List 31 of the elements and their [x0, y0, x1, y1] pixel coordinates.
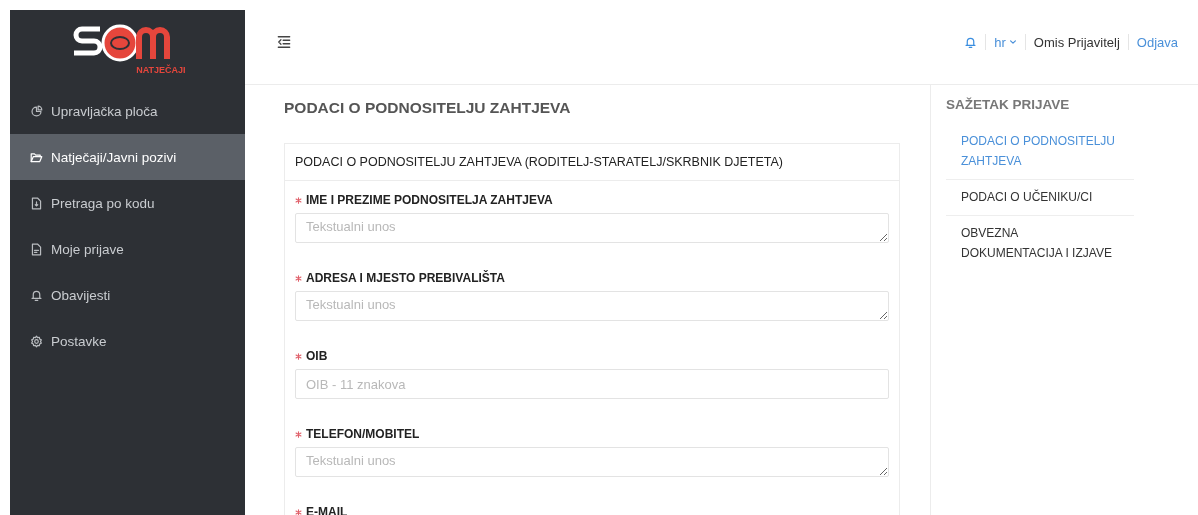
language-dropdown[interactable]: hr — [994, 34, 1017, 50]
gear-icon — [30, 334, 43, 348]
summary-title: SAŽETAK PRIJAVE — [946, 97, 1071, 112]
folder-icon — [30, 150, 43, 164]
page-title: PODACI O PODNOSITELJU ZAHTJEVA — [284, 99, 572, 117]
document-icon — [30, 196, 43, 210]
field-label: ADRESA I MJESTO PREBIVALIŠTA — [306, 271, 505, 285]
collapse-menu-button[interactable] — [277, 35, 291, 49]
notification-bell-icon[interactable] — [964, 35, 978, 49]
text-area-field[interactable]: Tekstualni unos — [295, 447, 889, 477]
sidebar-item[interactable]: Pretraga po kodu — [10, 180, 245, 226]
sidebar-item[interactable]: Moje prijave — [10, 226, 245, 272]
summary-link[interactable]: PODACI O UČENIKU/CI — [946, 180, 1134, 216]
caret-icon — [1008, 38, 1017, 46]
bell-icon — [30, 288, 43, 302]
text-area-field[interactable]: Tekstualni unos — [295, 291, 889, 321]
field-label: TELEFON/MOBITEL — [306, 427, 420, 441]
form-card-title: PODACI O PODNOSITELJU ZAHTJEVA (RODITELJ-STARATELJ/SKRBNIK DJETETA) — [285, 144, 899, 181]
field-label: IME I PREZIME PODNOSITELJA ZAHTJEVA — [306, 193, 553, 207]
sidebar-item[interactable]: Natječaji/Javni pozivi — [10, 134, 245, 180]
sidebar-item[interactable]: Postavke — [10, 318, 245, 364]
pie-chart-icon — [30, 104, 43, 118]
logo-subtitle: NATJEČAJI — [136, 65, 186, 75]
summary-link[interactable]: OBVEZNA DOKUMENTACIJA I IZJAVE — [946, 216, 1134, 271]
document-icon — [30, 242, 43, 256]
sidebar-item[interactable]: Upravljačka ploča — [10, 88, 245, 134]
user-name: Omis Prijavitelj — [1033, 34, 1120, 50]
input-field[interactable]: OIB - 11 znakova — [295, 369, 889, 399]
sidebar-item[interactable]: Obavijesti — [10, 272, 245, 318]
text-area-field[interactable]: Tekstualni unos — [295, 213, 889, 243]
field-label: OIB — [306, 349, 328, 363]
